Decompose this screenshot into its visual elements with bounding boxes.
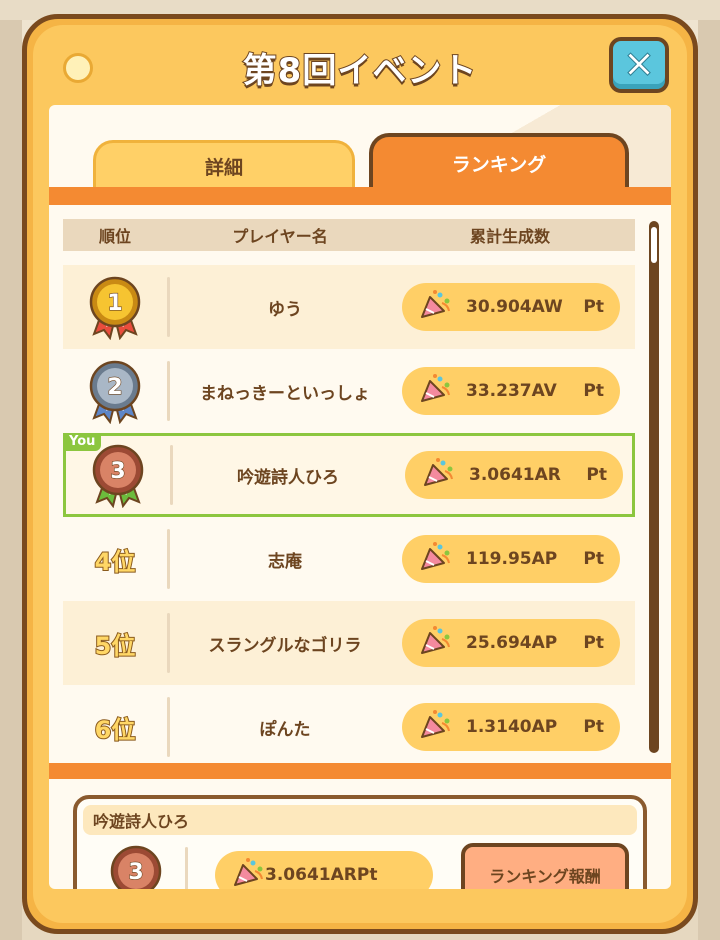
rank-text: 5位 bbox=[94, 631, 137, 661]
ranking-header: 順位 プレイヤー名 累計生成数 bbox=[63, 219, 635, 251]
score-value: 30.904AW bbox=[466, 297, 563, 317]
ranking-row: 2 まねっきーといっしょ 33.237AV Pt bbox=[63, 349, 635, 433]
score-value: 1.3140AP bbox=[466, 717, 558, 737]
score-value: 25.694AP bbox=[466, 633, 558, 653]
silver-medal-icon: 2 bbox=[63, 349, 167, 433]
my-divider bbox=[185, 847, 188, 889]
party-popper-icon bbox=[418, 625, 452, 662]
score-unit: Pt bbox=[583, 381, 604, 401]
score-pill: 33.237AV Pt bbox=[402, 367, 620, 415]
ranking-row: 1 ゆう 30.904AW Pt bbox=[63, 265, 635, 349]
scrollbar-thumb[interactable] bbox=[651, 227, 657, 263]
my-score-value: 3.0641AR bbox=[265, 865, 357, 885]
player-name: ゆう bbox=[268, 299, 302, 320]
you-badge: You bbox=[63, 433, 102, 451]
party-popper-icon bbox=[418, 709, 452, 746]
svg-text:3: 3 bbox=[128, 860, 143, 885]
score-unit: Pt bbox=[583, 297, 604, 317]
score-pill: 25.694AP Pt bbox=[402, 619, 620, 667]
score-value: 119.95AP bbox=[466, 549, 558, 569]
my-score-pill: 3.0641AR Pt bbox=[215, 851, 433, 889]
score-pill: 119.95AP Pt bbox=[402, 535, 620, 583]
svg-text:1: 1 bbox=[107, 291, 122, 316]
svg-text:3: 3 bbox=[110, 459, 125, 484]
list-bottom-bar bbox=[49, 763, 671, 779]
close-button[interactable]: ✕ bbox=[609, 37, 669, 93]
score-unit: Pt bbox=[583, 633, 604, 653]
player-name: まねっきーといっしょ bbox=[200, 383, 370, 404]
dialog-title: 第8回イベント bbox=[242, 50, 478, 92]
rank-text: 6位 bbox=[94, 715, 137, 745]
party-popper-icon bbox=[421, 457, 455, 494]
ranking-row: 5位 スラングルなゴリラ 25.694AP Pt bbox=[63, 601, 635, 685]
close-icon: ✕ bbox=[623, 43, 656, 87]
svg-text:2: 2 bbox=[107, 375, 122, 400]
score-pill: 30.904AW Pt bbox=[402, 283, 620, 331]
rank-label: 4位 bbox=[63, 517, 167, 601]
my-score-unit: Pt bbox=[356, 865, 378, 885]
score-unit: Pt bbox=[583, 717, 604, 737]
player-name: スラングルなゴリラ bbox=[208, 635, 362, 656]
player-name: 吟遊詩人ひろ bbox=[237, 467, 339, 488]
my-rank-medal-icon: 3 bbox=[105, 843, 167, 889]
score-pill: 3.0641AR Pt bbox=[405, 451, 623, 499]
ranking-row: 6位 ぽんた 1.3140AP Pt bbox=[63, 685, 635, 769]
gold-medal-icon: 1 bbox=[63, 265, 167, 349]
tab-underline-bar bbox=[49, 187, 671, 205]
rank-label: 6位 bbox=[63, 685, 167, 769]
party-popper-icon bbox=[231, 857, 265, 890]
ranking-list[interactable]: 順位 プレイヤー名 累計生成数 1 ゆう 30.904AW Pt 2 まねっきーと… bbox=[49, 205, 671, 763]
ranking-row: 4位 志庵 119.95AP Pt bbox=[63, 517, 635, 601]
player-name: 志庵 bbox=[268, 551, 302, 572]
ranking-row: You 3 吟遊詩人ひろ 3.0641AR Pt bbox=[63, 433, 635, 517]
dialog-panel: 詳細 ランキング 順位 プレイヤー名 累計生成数 1 ゆう 30.904AW Pt… bbox=[49, 105, 671, 889]
tab-details[interactable]: 詳細 bbox=[93, 140, 355, 190]
event-dialog: 第8回イベント ✕ 詳細 ランキング 順位 プレイヤー名 累計生成数 1 ゆう … bbox=[22, 14, 698, 934]
ranking-reward-button[interactable]: ランキング報酬 bbox=[461, 843, 629, 889]
score-value: 3.0641AR bbox=[469, 465, 561, 485]
player-name: ぽんた bbox=[259, 719, 311, 740]
score-unit: Pt bbox=[583, 549, 604, 569]
party-popper-icon bbox=[418, 289, 452, 326]
rank-text: 4位 bbox=[94, 547, 137, 577]
rank-label: 5位 bbox=[63, 601, 167, 685]
header-player-name: プレイヤー名 bbox=[232, 227, 328, 246]
my-player-name: 吟遊詩人ひろ bbox=[83, 805, 637, 835]
scrollbar[interactable] bbox=[649, 221, 659, 753]
header-rank: 順位 bbox=[98, 227, 131, 246]
party-popper-icon bbox=[418, 541, 452, 578]
party-popper-icon bbox=[418, 373, 452, 410]
ranking-rows: 1 ゆう 30.904AW Pt 2 まねっきーといっしょ 33.237AV Pt Y… bbox=[63, 265, 635, 769]
header-total-generated: 累計生成数 bbox=[469, 227, 550, 246]
score-pill: 1.3140AP Pt bbox=[402, 703, 620, 751]
my-ranking-card: 吟遊詩人ひろ 3 3.0641AR Pt ランキング報酬 bbox=[73, 795, 647, 889]
score-value: 33.237AV bbox=[466, 381, 557, 401]
tab-ranking[interactable]: ランキング bbox=[369, 133, 629, 190]
score-unit: Pt bbox=[586, 465, 607, 485]
